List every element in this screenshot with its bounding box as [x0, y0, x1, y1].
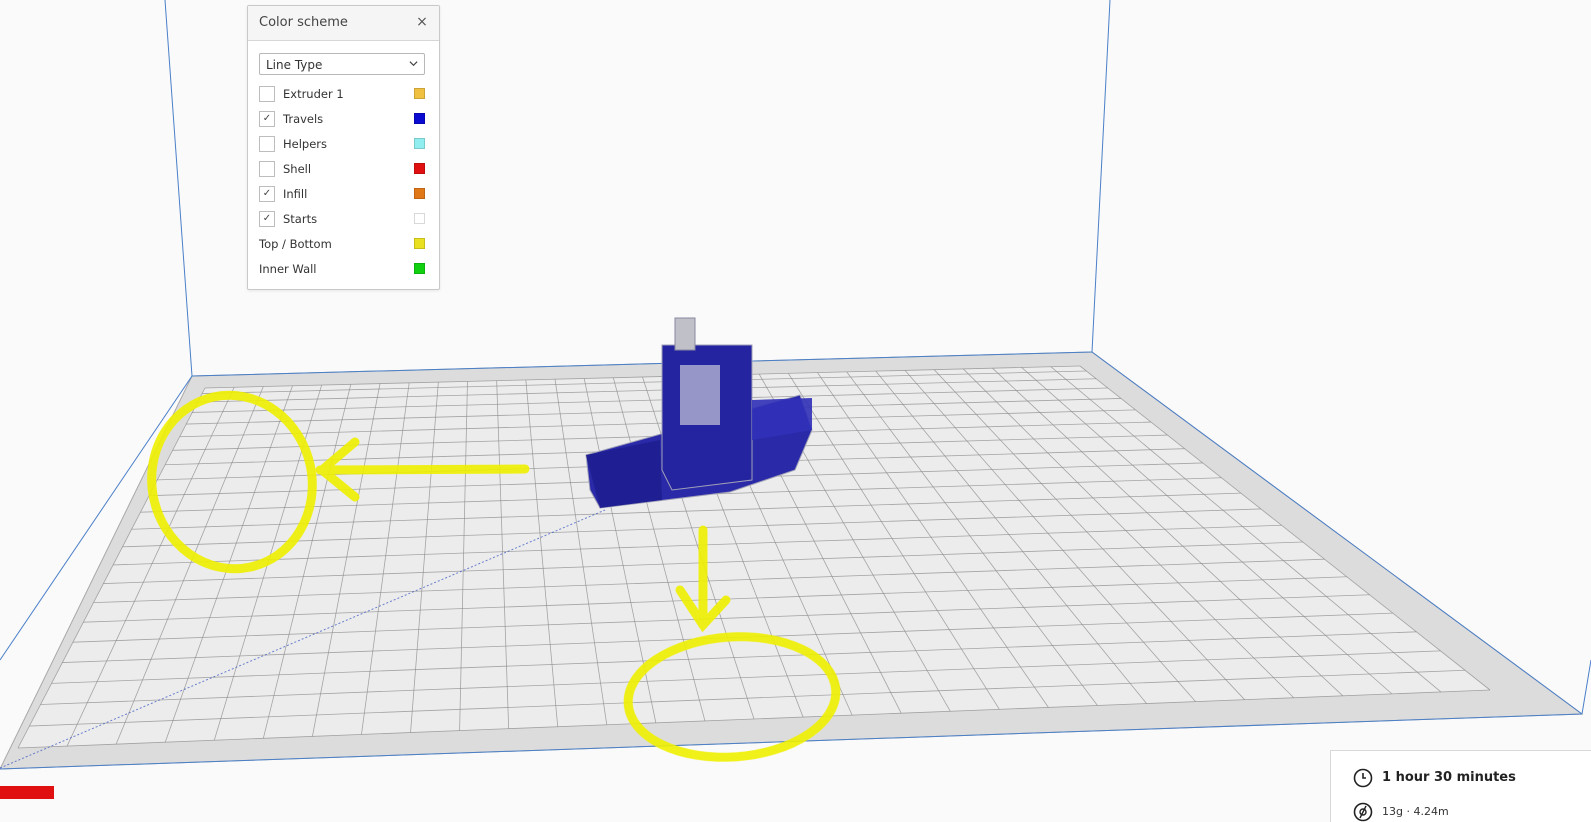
legend-color-swatch [414, 188, 425, 199]
print-time: 1 hour 30 minutes [1382, 770, 1516, 785]
legend-item[interactable]: Shell [259, 157, 425, 182]
x-axis-indicator [0, 786, 54, 799]
legend-color-swatch [414, 263, 425, 274]
chevron-down-icon [409, 61, 418, 67]
legend-item[interactable]: Helpers [259, 132, 425, 157]
legend-checkbox[interactable] [259, 86, 275, 102]
legend-item[interactable]: Extruder 1 [259, 82, 425, 107]
legend-item[interactable]: ✓ Travels [259, 107, 425, 132]
legend-list: Extruder 1 ✓ Travels Helpers Shell ✓ Infill ✓ St… [259, 82, 425, 282]
legend-color-swatch [414, 113, 425, 124]
legend-label: Helpers [283, 137, 328, 151]
color-scheme-dropdown[interactable]: Line Type [259, 53, 425, 75]
legend-checkbox[interactable]: ✓ [259, 186, 275, 202]
legend-label: Extruder 1 [283, 87, 344, 101]
3d-viewport[interactable] [0, 0, 1591, 821]
material-usage: 13g · 4.24m [1382, 805, 1449, 818]
legend-color-swatch [414, 138, 425, 149]
legend-checkbox[interactable]: ✓ [259, 211, 275, 227]
panel-header: Color scheme × [248, 6, 439, 41]
legend-item: Top / Bottom [259, 232, 425, 257]
legend-label: Travels [283, 112, 324, 126]
panel-title: Color scheme [259, 15, 348, 30]
legend-color-swatch [414, 88, 425, 99]
print-info-panel: 1 hour 30 minutes 13g · 4.24m [1330, 750, 1591, 822]
clock-icon [1353, 768, 1373, 788]
color-scheme-panel: Color scheme × Line Type Extruder 1 ✓ Trav… [247, 5, 440, 290]
dropdown-value: Line Type [266, 58, 323, 72]
legend-checkbox[interactable]: ✓ [259, 111, 275, 127]
legend-item: Inner Wall [259, 257, 425, 282]
legend-checkbox[interactable] [259, 161, 275, 177]
legend-checkbox[interactable] [259, 136, 275, 152]
legend-color-swatch [414, 238, 425, 249]
close-icon[interactable]: × [413, 13, 431, 31]
spool-icon [1353, 802, 1373, 822]
legend-label: Infill [283, 187, 308, 201]
legend-label: Shell [283, 162, 312, 176]
legend-color-swatch [414, 213, 425, 224]
legend-item[interactable]: ✓ Starts [259, 207, 425, 232]
legend-color-swatch [414, 163, 425, 174]
legend-label: Top / Bottom [259, 237, 332, 251]
legend-item[interactable]: ✓ Infill [259, 182, 425, 207]
legend-label: Inner Wall [259, 262, 317, 276]
legend-label: Starts [283, 212, 318, 226]
